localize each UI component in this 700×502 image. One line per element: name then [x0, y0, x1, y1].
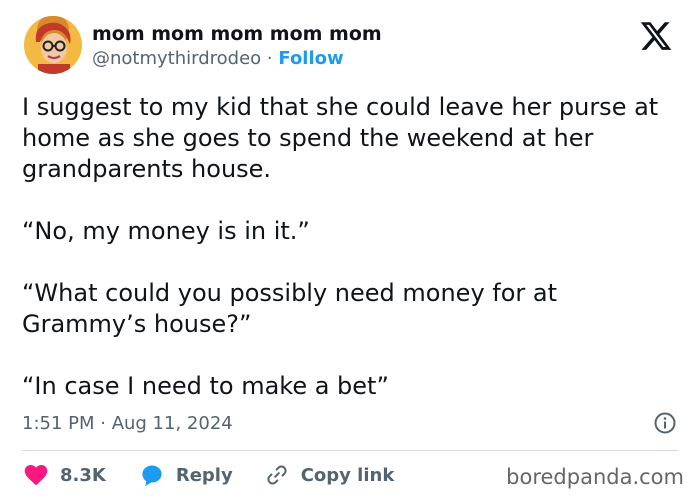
like-count: 8.3K: [60, 464, 106, 486]
copy-link-label: Copy link: [300, 464, 395, 486]
tweet-paragraph-4: “In case I need to make a bet”: [22, 372, 389, 400]
reply-label: Reply: [175, 464, 233, 486]
watermark: boredpanda.com: [506, 465, 684, 489]
follow-button[interactable]: Follow: [278, 48, 343, 69]
info-icon[interactable]: [652, 410, 678, 436]
handle-separator: ·: [266, 48, 273, 69]
handle-row: @notmythirdrodeo · Follow: [92, 47, 382, 71]
avatar-image: [24, 16, 82, 74]
timestamp[interactable]: 1:51 PM · Aug 11, 2024: [22, 413, 233, 434]
like-button[interactable]: 8.3K: [24, 464, 106, 486]
display-name[interactable]: mom mom mom mom mom: [92, 22, 382, 46]
timestamp-row: 1:51 PM · Aug 11, 2024: [22, 408, 678, 438]
reply-button[interactable]: Reply: [140, 463, 233, 487]
link-icon: [267, 465, 287, 485]
author-block: mom mom mom mom mom @notmythirdrodeo · F…: [92, 22, 382, 71]
x-logo-icon[interactable]: [636, 16, 676, 56]
author-avatar[interactable]: [24, 16, 82, 74]
copy-link-button[interactable]: Copy link: [265, 463, 395, 487]
tweet-paragraph-2: “No, my money is in it.”: [22, 217, 310, 245]
reply-bubble-icon: [142, 465, 162, 486]
tweet-text: I suggest to my kid that she could leave…: [22, 92, 682, 402]
divider: [22, 450, 678, 451]
heart-icon: [24, 465, 48, 486]
action-bar: 8.3K Reply Copy link: [24, 461, 394, 489]
handle[interactable]: @notmythirdrodeo: [92, 48, 261, 69]
tweet-paragraph-3: “What could you possibly need money for …: [22, 279, 558, 338]
tweet-paragraph-1: I suggest to my kid that she could leave…: [22, 93, 659, 183]
